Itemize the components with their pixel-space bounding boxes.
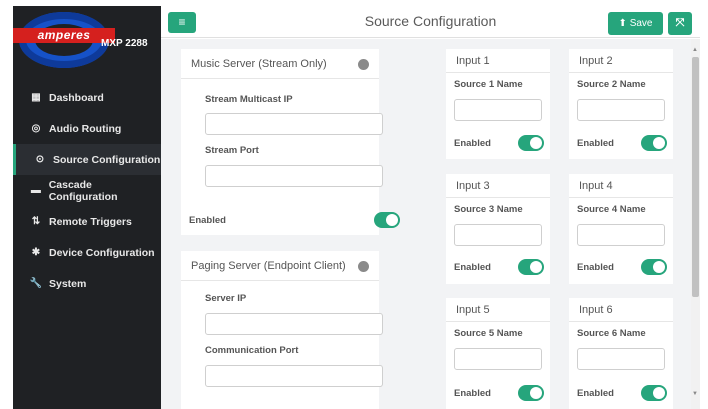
header: ≡ Source Configuration ⬆ Save ⤧: [161, 6, 700, 38]
input-title: Input 5: [456, 303, 490, 316]
input-4-enabled-toggle[interactable]: [641, 259, 667, 275]
content-area: Music Server (Stream Only) Stream Multic…: [161, 39, 691, 409]
sidebar-nav: ▦ Dashboard ◎ Audio Routing ⊙ Source Con…: [13, 82, 161, 299]
source-1-name-input[interactable]: [454, 99, 542, 121]
enabled-label: Enabled: [577, 388, 614, 399]
enabled-label: Enabled: [189, 215, 226, 226]
input-header: Input 1: [446, 49, 550, 73]
input-header: Input 2: [569, 49, 673, 73]
source-5-name-input[interactable]: [454, 348, 542, 370]
stream-multicast-ip-input[interactable]: [205, 113, 383, 135]
source-name-label: Source 5 Name: [454, 328, 523, 339]
input-1-enabled-toggle[interactable]: [518, 135, 544, 151]
input-2-enabled-toggle[interactable]: [641, 135, 667, 151]
input-6-enabled-toggle[interactable]: [641, 385, 667, 401]
stream-port-input[interactable]: [205, 165, 383, 187]
source-4-name-input[interactable]: [577, 224, 665, 246]
input-header: Input 5: [446, 298, 550, 322]
music-server-header: Music Server (Stream Only): [181, 49, 379, 79]
wrench-icon: 🔧: [29, 278, 43, 289]
input-header: Input 6: [569, 298, 673, 322]
sidebar-item-device-configuration[interactable]: ✱ Device Configuration: [13, 237, 161, 268]
source-config-icon: ⊙: [35, 154, 45, 165]
input-title: Input 4: [579, 179, 613, 192]
expand-icon: ⤧: [675, 17, 685, 29]
gear-icon: ✱: [31, 247, 41, 258]
status-dot: [358, 59, 369, 70]
cascade-icon: ▬: [30, 185, 41, 196]
sidebar-item-label: Audio Routing: [49, 122, 122, 135]
enabled-label: Enabled: [454, 262, 491, 273]
sidebar-item-label: Remote Triggers: [49, 215, 132, 228]
sidebar-item-label: Device Configuration: [49, 246, 155, 259]
dashboard-icon: ▦: [31, 92, 41, 103]
source-name-label: Source 2 Name: [577, 79, 646, 90]
input-4-card: Input 4 Source 4 Name Enabled: [569, 174, 673, 284]
source-6-name-input[interactable]: [577, 348, 665, 370]
sidebar-item-label: Cascade Configuration: [48, 178, 118, 203]
sidebar-item-label: Source Configuration: [53, 153, 161, 166]
sidebar-item-remote-triggers[interactable]: ⇅ Remote Triggers: [13, 206, 161, 237]
server-ip-input[interactable]: [205, 313, 383, 335]
scroll-down-arrow-icon[interactable]: ▼: [692, 391, 698, 397]
sidebar-item-label: Dashboard: [49, 91, 104, 104]
stream-port-label: Stream Port: [205, 145, 259, 156]
communication-port-label: Communication Port: [205, 345, 299, 356]
enabled-label: Enabled: [577, 262, 614, 273]
input-title: Input 2: [579, 54, 613, 67]
paging-server-header: Paging Server (Endpoint Client): [181, 251, 379, 281]
source-2-name-input[interactable]: [577, 99, 665, 121]
server-ip-label: Server IP: [205, 293, 247, 304]
upload-icon: ⬆: [618, 18, 627, 29]
source-name-label: Source 6 Name: [577, 328, 646, 339]
input-header: Input 3: [446, 174, 550, 198]
save-label: Save: [629, 18, 653, 29]
enabled-label: Enabled: [454, 388, 491, 399]
enabled-label: Enabled: [577, 138, 614, 149]
input-title: Input 6: [579, 303, 613, 316]
save-button[interactable]: ⬆ Save: [608, 12, 663, 35]
sidebar-item-label: System: [49, 277, 87, 290]
input-5-card: Input 5 Source 5 Name Enabled: [446, 298, 550, 409]
source-name-label: Source 3 Name: [454, 204, 523, 215]
input-title: Input 1: [456, 54, 490, 67]
expand-button[interactable]: ⤧: [668, 12, 692, 35]
sidebar-item-system[interactable]: 🔧 System: [13, 268, 161, 299]
communication-port-input[interactable]: [205, 365, 383, 387]
logo: amperes MXP 2288: [13, 6, 161, 78]
status-dot: [358, 261, 369, 272]
input-header: Input 4: [569, 174, 673, 198]
input-5-enabled-toggle[interactable]: [518, 385, 544, 401]
sidebar-item-audio-routing[interactable]: ◎ Audio Routing: [13, 113, 161, 144]
enabled-label: Enabled: [454, 138, 491, 149]
source-name-label: Source 4 Name: [577, 204, 646, 215]
input-3-card: Input 3 Source 3 Name Enabled: [446, 174, 550, 284]
stream-multicast-ip-label: Stream Multicast IP: [205, 94, 293, 105]
audio-routing-icon: ◎: [31, 123, 41, 134]
input-1-card: Input 1 Source 1 Name Enabled: [446, 49, 550, 159]
input-6-card: Input 6 Source 6 Name Enabled: [569, 298, 673, 409]
input-2-card: Input 2 Source 2 Name Enabled: [569, 49, 673, 159]
input-3-enabled-toggle[interactable]: [518, 259, 544, 275]
sidebar-item-dashboard[interactable]: ▦ Dashboard: [13, 82, 161, 113]
card-title: Music Server (Stream Only): [191, 57, 327, 70]
model-name: MXP 2288: [101, 38, 148, 49]
scroll-up-arrow-icon[interactable]: ▲: [692, 47, 698, 53]
music-server-card: Music Server (Stream Only) Stream Multic…: [181, 49, 400, 235]
paging-server-card: Paging Server (Endpoint Client) Server I…: [181, 251, 383, 409]
logo-text: amperes: [13, 28, 115, 43]
sidebar: amperes MXP 2288 ▦ Dashboard ◎ Audio Rou…: [13, 6, 161, 409]
scroll-thumb[interactable]: [692, 57, 699, 297]
sidebar-item-source-configuration[interactable]: ⊙ Source Configuration: [13, 144, 161, 175]
input-title: Input 3: [456, 179, 490, 192]
music-server-enabled-toggle[interactable]: [374, 212, 400, 228]
source-name-label: Source 1 Name: [454, 79, 523, 90]
source-3-name-input[interactable]: [454, 224, 542, 246]
scrollbar[interactable]: ▲ ▼: [691, 39, 700, 409]
remote-triggers-icon: ⇅: [31, 216, 41, 227]
card-title: Paging Server (Endpoint Client): [191, 259, 346, 272]
sidebar-item-cascade-configuration[interactable]: ▬ Cascade Configuration: [13, 175, 161, 206]
